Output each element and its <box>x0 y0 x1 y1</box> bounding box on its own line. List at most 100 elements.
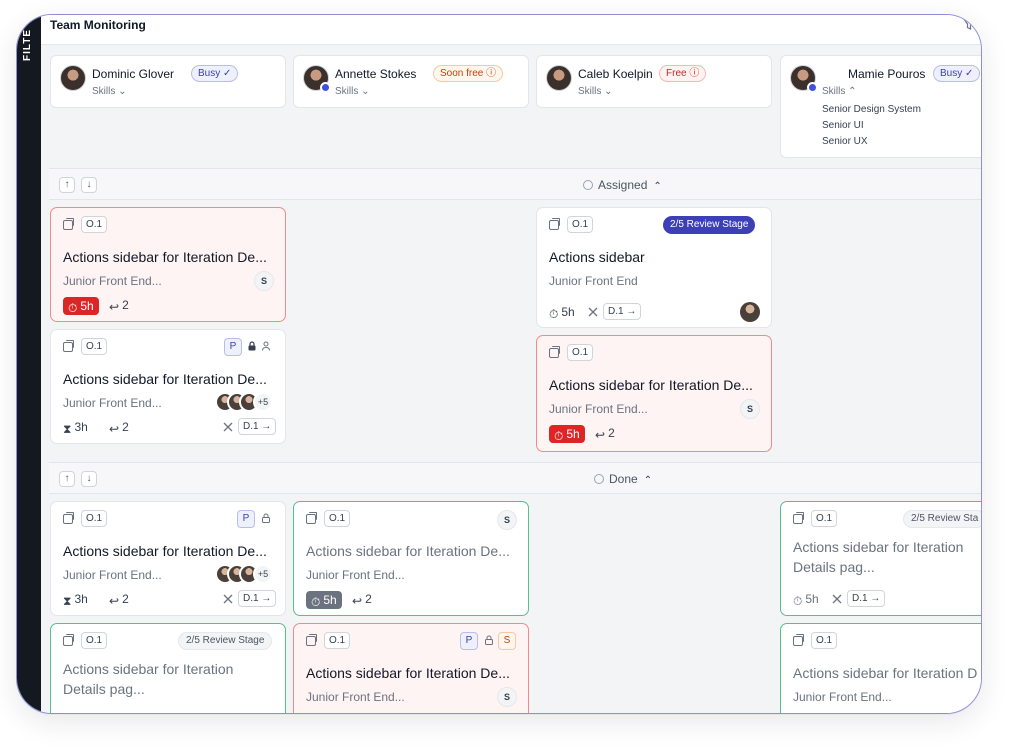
skills-toggle[interactable]: Skills ⌃ <box>822 86 857 97</box>
chevron-up-icon[interactable]: ⌃ <box>653 179 661 195</box>
estimate-time: ⧗ 3h <box>63 592 88 608</box>
task-subtitle: Junior Front End... <box>549 402 648 416</box>
member-card-dominic-glover[interactable]: Dominic Glover Busy ✓ Skills ⌄ <box>50 55 286 108</box>
task-subtitle: Junior Front End... <box>306 568 405 582</box>
tools-icon <box>223 594 233 604</box>
tools-icon <box>588 307 598 317</box>
top-bar: Team Monitoring <box>41 15 981 45</box>
filter-sidebar[interactable]: FILTE <box>17 15 41 713</box>
timer-icon: ⏱ <box>68 301 78 315</box>
dependency-badge[interactable]: D.1 → <box>603 303 642 320</box>
member-card-annette-stokes[interactable]: Annette Stokes Soon free ⓘ Skills ⌄ <box>293 55 529 108</box>
task-subtitle: Junior Front End... <box>306 690 405 704</box>
task-card[interactable]: O.1 P Actions sidebar for Iteration De..… <box>50 329 286 444</box>
filter-icon[interactable] <box>961 16 977 32</box>
copy-icon[interactable] <box>63 512 74 524</box>
code-badge: O.1 <box>567 344 594 361</box>
status-badge: Busy ✓ <box>933 65 981 82</box>
copy-icon[interactable] <box>793 634 804 646</box>
status-badge: Soon free ⓘ <box>433 65 504 82</box>
skills-toggle[interactable]: Skills ⌄ <box>335 86 370 97</box>
copy-icon[interactable] <box>549 218 560 230</box>
dependency-badge[interactable]: D.1 → <box>238 590 277 607</box>
copy-icon[interactable] <box>549 346 560 358</box>
info-icon <box>583 180 593 190</box>
code-badge: O.1 <box>81 338 108 355</box>
stage-badge: 2/5 Review Stage <box>178 632 273 650</box>
copy-icon[interactable] <box>306 512 317 524</box>
timer-icon: ⏱ <box>549 307 559 321</box>
iteration-count: ↩ 2 <box>109 420 129 436</box>
copy-icon[interactable] <box>63 218 74 230</box>
info-icon <box>594 474 604 484</box>
avatar <box>303 65 331 93</box>
section-bar-assigned: ↑ ↓ Assigned ⌃ <box>49 168 981 200</box>
role-dot-icon <box>807 82 818 93</box>
undo-icon: ↩ <box>109 300 120 314</box>
section-bar-done: ↑ ↓ Done ⌃ <box>49 462 981 494</box>
avatar-stack[interactable]: +5 <box>215 392 277 414</box>
task-card[interactable]: O.1 Actions sidebar for Iteration De... … <box>536 335 772 452</box>
assignee-initial: S <box>254 271 274 291</box>
code-badge: O.1 <box>324 510 351 527</box>
more-avatars-count: +5 <box>253 392 273 412</box>
section-title-done[interactable]: Done ⌃ <box>594 471 664 487</box>
dependency-badge[interactable]: D.1 → <box>847 590 886 607</box>
skill-item: Senior UX <box>822 136 868 147</box>
move-down-button[interactable]: ↓ <box>81 177 97 193</box>
skill-item: Senior Design System <box>822 104 921 115</box>
member-card-caleb-koelpin[interactable]: Caleb Koelpin Free ⓘ Skills ⌄ <box>536 55 772 108</box>
member-card-mamie-pouros[interactable]: Mamie Pouros Busy ✓ Skills ⌃ Senior Desi… <box>780 55 981 158</box>
assignee-initial: S <box>497 510 517 530</box>
code-badge: O.1 <box>324 632 351 649</box>
hourglass-icon: ⧗ <box>63 422 72 436</box>
code-badge: O.1 <box>81 632 108 649</box>
page-title: Team Monitoring <box>50 18 146 32</box>
timer-icon: ⏱ <box>793 594 803 608</box>
overdue-time: ⏱ 5h <box>549 425 585 443</box>
section-title-assigned[interactable]: Assigned ⌃ <box>583 177 679 193</box>
copy-icon[interactable] <box>306 634 317 646</box>
chevron-up-icon[interactable]: ⌃ <box>644 473 652 489</box>
task-card[interactable]: O.1 2/5 Review Stage Actions sidebar Jun… <box>536 207 772 328</box>
lock-icon <box>248 341 256 351</box>
timer-icon: ⏱ <box>311 595 321 609</box>
task-title: Actions sidebar for Iteration De... <box>549 377 753 393</box>
task-card[interactable]: O.1 S Actions sidebar for Iteration De..… <box>293 501 529 616</box>
move-up-button[interactable]: ↑ <box>59 471 75 487</box>
lock-icon <box>485 635 493 645</box>
task-card[interactable]: O.1 Actions sidebar for Iteration De... … <box>50 207 286 322</box>
filter-label[interactable]: FILTE <box>22 21 36 61</box>
size-badge: S <box>498 632 516 650</box>
stage-badge: 2/5 Review Sta <box>903 510 981 528</box>
assignee-initial: S <box>740 399 760 419</box>
skills-toggle[interactable]: Skills ⌄ <box>92 86 127 97</box>
skill-item: Senior UI <box>822 120 864 131</box>
avatar <box>790 65 818 93</box>
assignee-initial: S <box>497 687 517 707</box>
copy-icon[interactable] <box>63 340 74 352</box>
device-frame: FILTE Team Monitoring Dominic Glover Bus… <box>16 14 982 714</box>
undo-icon: ↩ <box>352 594 363 608</box>
code-badge: O.1 <box>81 510 108 527</box>
task-card[interactable]: O.1 Actions sidebar for Iteration D Juni… <box>780 623 981 713</box>
task-card[interactable]: O.1 P Actions sidebar for Iteration De..… <box>50 501 286 616</box>
copy-icon[interactable] <box>793 512 804 524</box>
dependency-badge[interactable]: D.1 → <box>238 418 277 435</box>
skills-toggle[interactable]: Skills ⌄ <box>578 86 613 97</box>
lock-icon <box>262 513 270 523</box>
task-title: Actions sidebar <box>549 249 645 265</box>
timer-icon: ⏱ <box>554 429 564 443</box>
task-card[interactable]: O.1 P S Actions sidebar for Iteration De… <box>293 623 529 713</box>
move-up-button[interactable]: ↑ <box>59 177 75 193</box>
task-card[interactable]: O.1 2/5 Review Stage Actions sidebar for… <box>50 623 286 713</box>
avatar-stack[interactable]: +5 <box>215 564 277 586</box>
more-avatars-count: +5 <box>253 564 273 584</box>
move-down-button[interactable]: ↓ <box>81 471 97 487</box>
task-subtitle: Junior Front End... <box>793 690 892 704</box>
status-badge: Busy ✓ <box>191 65 239 82</box>
task-card[interactable]: O.1 2/5 Review Sta Actions sidebar for I… <box>780 501 981 616</box>
status-badge: Free ⓘ <box>659 65 707 82</box>
tools-icon <box>223 422 233 432</box>
copy-icon[interactable] <box>63 634 74 646</box>
